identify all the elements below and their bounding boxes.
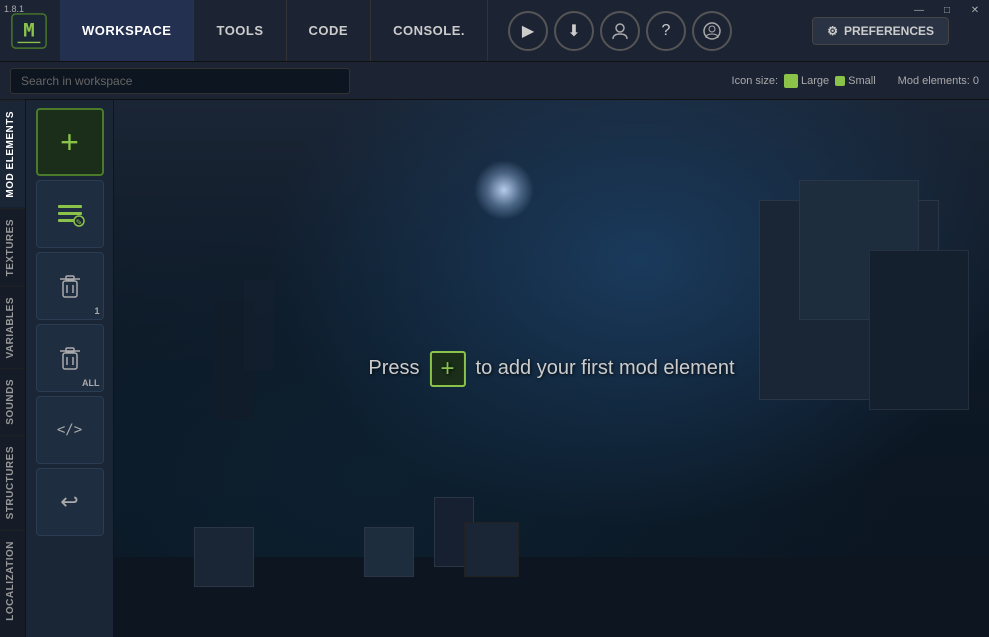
back-button[interactable]: ↩ bbox=[36, 468, 104, 536]
ground-block-2 bbox=[364, 527, 414, 577]
tab-code[interactable]: CODE bbox=[287, 0, 372, 61]
delete-one-icon bbox=[55, 271, 85, 301]
prompt-pre: Press bbox=[368, 357, 419, 380]
tab-console[interactable]: CONSOLE. bbox=[371, 0, 488, 61]
content-area: Press + to add your first mod element bbox=[114, 100, 989, 637]
delete-all-button[interactable]: ALL bbox=[36, 324, 104, 392]
maximize-button[interactable]: □ bbox=[933, 0, 961, 20]
preferences-label: PREFERENCES bbox=[844, 24, 934, 38]
sidebar-tab-structures[interactable]: Structures bbox=[0, 435, 25, 529]
account-icon bbox=[702, 21, 722, 41]
logo-area: M bbox=[0, 12, 60, 50]
play-button[interactable]: ▶ bbox=[508, 11, 548, 51]
prompt-post: to add your first mod element bbox=[476, 357, 735, 380]
large-size-dot bbox=[784, 74, 798, 88]
export-button[interactable]: ⬇ bbox=[554, 11, 594, 51]
main-layout: Mod elements Textures Variables Sounds S… bbox=[0, 100, 989, 637]
close-button[interactable]: ✕ bbox=[961, 0, 989, 20]
svg-text:✎: ✎ bbox=[75, 218, 82, 227]
ground-block-1 bbox=[194, 527, 254, 587]
plus-icon: + bbox=[60, 126, 79, 158]
delete-all-badge: ALL bbox=[82, 378, 100, 388]
block-large-3 bbox=[869, 250, 969, 410]
small-size-dot bbox=[835, 76, 845, 86]
toolbar-icons: ▶ ⬇ ? bbox=[508, 11, 732, 51]
title-bar: 1.8.1 M WORKSPACE TOOLS CODE CONSOLE. ▶ … bbox=[0, 0, 989, 62]
distant-structure-2 bbox=[244, 280, 274, 370]
gear-icon: ⚙ bbox=[827, 24, 838, 38]
center-prompt: Press + to add your first mod element bbox=[368, 351, 734, 387]
delete-one-button[interactable]: 1 bbox=[36, 252, 104, 320]
search-input[interactable] bbox=[10, 68, 350, 94]
small-size-option[interactable]: Small bbox=[835, 75, 876, 87]
version-label: 1.8.1 bbox=[4, 4, 24, 14]
app-logo: M bbox=[10, 12, 48, 50]
sidebar-tab-mod-elements[interactable]: Mod elements bbox=[0, 100, 25, 208]
add-element-icon-prompt[interactable]: + bbox=[430, 351, 466, 387]
back-icon: ↩ bbox=[60, 489, 78, 515]
sidebar-tab-sounds[interactable]: Sounds bbox=[0, 368, 25, 435]
account-button[interactable] bbox=[692, 11, 732, 51]
mod-elements-count: Mod elements: 0 bbox=[898, 75, 979, 87]
sidebar-tabs: Mod elements Textures Variables Sounds S… bbox=[0, 100, 26, 637]
nav-tabs: WORKSPACE TOOLS CODE CONSOLE. bbox=[60, 0, 488, 61]
icon-size-area: Icon size: Large Small Mod elements: 0 bbox=[732, 74, 979, 88]
list-icon: ✎ bbox=[55, 199, 85, 229]
add-plus-icon: + bbox=[441, 355, 455, 383]
code-icon: </> bbox=[57, 422, 82, 438]
window-controls: — □ ✕ bbox=[905, 0, 989, 20]
help-button[interactable]: ? bbox=[646, 11, 686, 51]
tab-tools[interactable]: TOOLS bbox=[194, 0, 286, 61]
sidebar-tab-localization[interactable]: Localization bbox=[0, 530, 25, 631]
code-button[interactable]: </> bbox=[36, 396, 104, 464]
delete-one-badge: 1 bbox=[94, 306, 99, 316]
search-bar: Icon size: Large Small Mod elements: 0 bbox=[0, 62, 989, 100]
mod-elements-panel: + ✎ 1 bbox=[26, 100, 114, 637]
sidebar-tab-textures[interactable]: Textures bbox=[0, 208, 25, 286]
small-size-label: Small bbox=[848, 75, 876, 87]
tab-workspace[interactable]: WORKSPACE bbox=[60, 0, 194, 61]
moon-glow bbox=[474, 160, 534, 220]
minimize-button[interactable]: — bbox=[905, 0, 933, 20]
sidebar-tab-variables[interactable]: Variables bbox=[0, 286, 25, 369]
large-size-label: Large bbox=[801, 75, 829, 87]
delete-all-icon bbox=[55, 343, 85, 373]
add-mod-element-button[interactable]: + bbox=[36, 108, 104, 176]
svg-text:M: M bbox=[23, 19, 34, 41]
list-button[interactable]: ✎ bbox=[36, 180, 104, 248]
profile-button[interactable] bbox=[600, 11, 640, 51]
preferences-button[interactable]: ⚙ PREFERENCES bbox=[812, 17, 949, 45]
profile-icon bbox=[610, 21, 630, 41]
large-size-option[interactable]: Large bbox=[784, 74, 829, 88]
ground-block-4 bbox=[464, 522, 519, 577]
icon-size-label: Icon size: bbox=[732, 75, 778, 87]
